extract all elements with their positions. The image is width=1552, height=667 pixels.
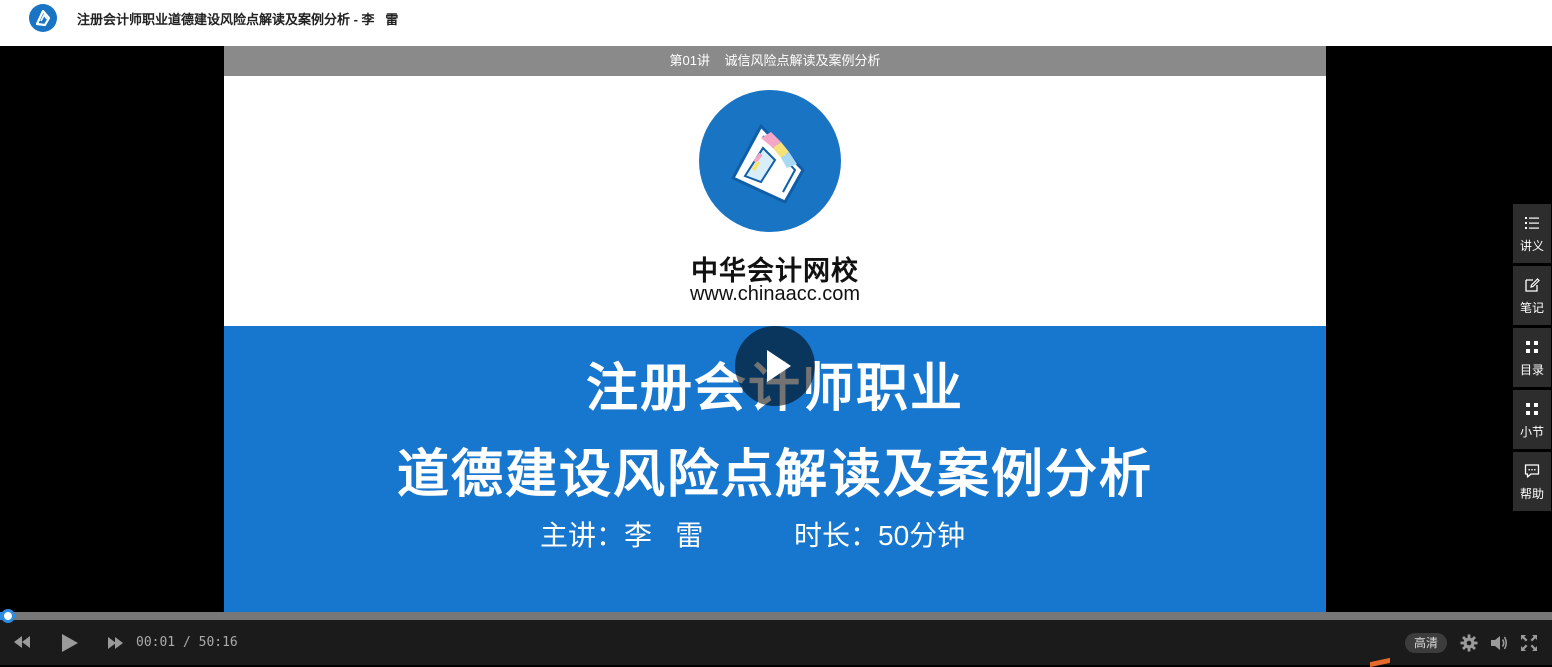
side-item-sections[interactable]: 小节 <box>1513 390 1551 449</box>
gear-icon <box>1460 634 1478 652</box>
total-time: 50:16 <box>199 635 238 650</box>
side-item-label: 笔记 <box>1513 299 1551 316</box>
chat-icon <box>1524 463 1540 479</box>
progress-bar[interactable] <box>0 612 1552 620</box>
lecture-title-bar: 第01讲 诚信风险点解读及案例分析 <box>224 46 1326 76</box>
list-icon <box>1524 215 1540 231</box>
fullscreen-icon <box>1520 634 1538 652</box>
video-frame[interactable]: 第01讲 诚信风险点解读及案例分析 中华会计网校 www.chinaacc.co… <box>224 46 1326 612</box>
side-item-notes[interactable]: 笔记 <box>1513 266 1551 325</box>
side-item-label: 讲义 <box>1513 237 1551 254</box>
play-icon <box>735 326 815 406</box>
presenter-label: 主讲：李 雷 <box>540 514 703 554</box>
video-stage[interactable]: 第01讲 诚信风险点解读及案例分析 中华会计网校 www.chinaacc.co… <box>0 46 1552 612</box>
duration-label: 时长：50分钟 <box>794 514 965 554</box>
volume-button[interactable] <box>1490 634 1508 652</box>
volume-icon <box>1490 634 1508 652</box>
slide-title-line2: 道德建设风险点解读及案例分析 <box>224 432 1326 507</box>
fullscreen-button[interactable] <box>1520 634 1538 652</box>
side-item-help[interactable]: 帮助 <box>1513 452 1551 511</box>
edit-icon <box>1524 277 1540 293</box>
course-title: 注册会计师职业道德建设风险点解读及案例分析 - 李 雷 <box>77 9 398 28</box>
chinaacc-brand-logo-icon <box>699 90 841 232</box>
time-display: 00:01 / 50:16 <box>136 635 238 650</box>
center-play-button[interactable] <box>735 326 815 406</box>
player-controls: 00:01 / 50:16 高清 <box>0 612 1552 665</box>
side-item-label: 帮助 <box>1513 485 1551 502</box>
quality-selector[interactable]: 高清 <box>1405 633 1447 653</box>
side-item-handout[interactable]: 讲义 <box>1513 204 1551 263</box>
top-header: 注册会计师职业道德建设风险点解读及案例分析 - 李 雷 <box>0 0 1552 46</box>
progress-knob[interactable] <box>1 609 15 623</box>
forward-icon <box>106 635 124 651</box>
grid-icon <box>1524 339 1540 355</box>
side-item-catalog[interactable]: 目录 <box>1513 328 1551 387</box>
side-item-label: 小节 <box>1513 423 1551 440</box>
play-button[interactable] <box>58 632 80 654</box>
grid-icon <box>1524 401 1540 417</box>
time-separator: / <box>175 635 198 650</box>
next-button[interactable] <box>106 635 124 651</box>
side-item-label: 目录 <box>1513 361 1551 378</box>
settings-button[interactable] <box>1460 634 1478 652</box>
play-icon <box>58 632 80 654</box>
current-time: 00:01 <box>136 635 175 650</box>
rewind-icon <box>12 634 32 650</box>
chinaacc-logo-icon[interactable] <box>29 4 57 32</box>
rewind-button[interactable] <box>12 634 32 650</box>
brand-url: www.chinaacc.com <box>224 283 1326 306</box>
